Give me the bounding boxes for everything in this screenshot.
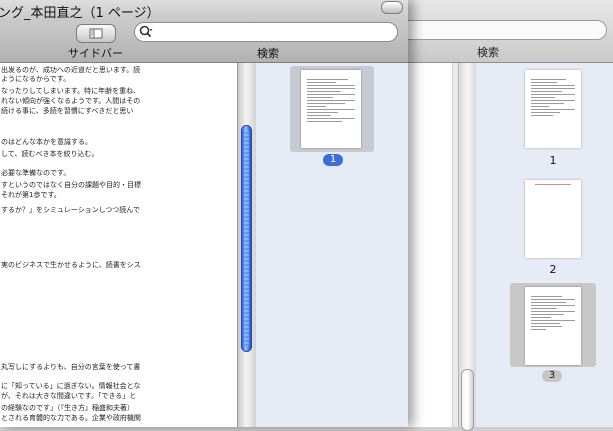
document-area-back[interactable] <box>408 63 453 427</box>
toolbar: サイドバー 検索 <box>0 22 408 63</box>
document-line: に「知っている」に過ぎない。情報社会とな <box>1 382 141 390</box>
document-line: のはどんな本かを意識する。 <box>1 138 92 146</box>
document-line: の経験なのです」（『生き方』稲盛和夫著） <box>1 404 134 412</box>
sidebar-icon <box>89 28 103 39</box>
document-line: するか？」をシミュレーションしつつ読んで <box>1 206 140 214</box>
page-number-1: 1 <box>549 154 557 167</box>
document-line: 丸写しにするよりも、自分の言葉を使って書 <box>1 363 141 371</box>
search-label: 検索 <box>257 47 279 60</box>
sidebar-button-label: サイドバー <box>68 47 123 60</box>
page-number-3: 3 <box>542 370 562 382</box>
scroll-thumb-back[interactable] <box>461 369 474 431</box>
sidebar-toggle-button[interactable] <box>76 24 116 43</box>
document-line: それが第1歩です。 <box>1 191 61 199</box>
search-label-back: 検索 <box>477 46 499 59</box>
document-line: 続ける事に、多読を習慣にすべきだと思い <box>1 107 134 115</box>
vertical-scrollbar-back[interactable] <box>458 63 476 431</box>
search-input-back[interactable] <box>395 20 607 40</box>
page-number-badge: 1 <box>323 154 343 166</box>
preview-window-front: ング_本田直之（1 ページ） サイドバー 検索 出发るのが、成功への近道だと思い… <box>0 0 408 427</box>
page-number-2: 2 <box>549 263 557 276</box>
document-line: とされる育體的な力である。企業や政府機関 <box>1 414 141 422</box>
document-line: れない傾向が強くなるようです。人間はその <box>1 97 141 105</box>
toolbar-toggle-button[interactable] <box>381 1 403 14</box>
vertical-scrollbar[interactable] <box>237 63 256 427</box>
document-line: すというのではなく自分の課題や目的・目標 <box>1 181 141 189</box>
document-line: して、読むべき本を絞り込む。 <box>1 150 99 158</box>
search-input[interactable] <box>134 22 398 42</box>
document-line: 出发るのが、成功への近道だと思います。読 <box>1 66 141 74</box>
toolbar-back: 検索 <box>395 0 613 63</box>
page-thumbnail-2[interactable] <box>525 180 581 258</box>
title-bar[interactable]: ング_本田直之（1 ページ） <box>0 0 408 22</box>
document-line: 必要な準備なのです。 <box>1 169 71 177</box>
document-line: なったりしてしまいます。特に年齢を重ね、 <box>1 87 141 95</box>
page-thumbnail-1[interactable] <box>525 70 581 148</box>
document-line: ようになるからです。 <box>1 75 71 83</box>
document-view[interactable]: 出发るのが、成功への近道だと思います。読 ようになるからです。なったりしてしまいま… <box>0 63 238 427</box>
scroll-thumb[interactable] <box>241 125 252 352</box>
document-line: 実のビジネスで生かせるように、読書をシス <box>1 261 141 269</box>
page-thumbnail-3[interactable] <box>525 287 581 365</box>
preview-window-back: 検索 1 2 3 <box>395 0 613 431</box>
page-thumbnail[interactable] <box>301 70 361 148</box>
window-title: ング_本田直之（1 ページ） <box>0 6 160 21</box>
search-icon[interactable] <box>139 25 153 39</box>
document-line: が、それは大きな間違いです。「できる」と <box>1 392 137 400</box>
